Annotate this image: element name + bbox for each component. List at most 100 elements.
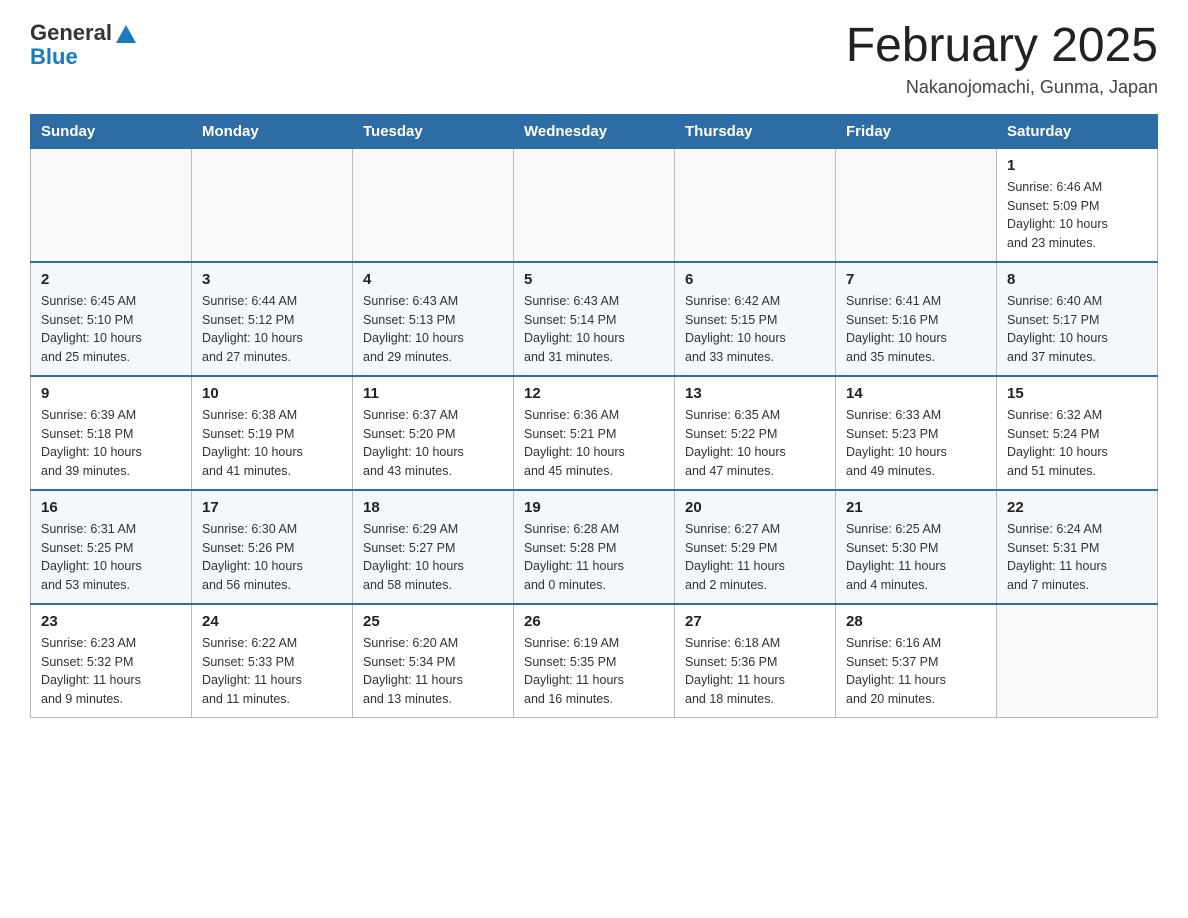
day-info: Sunrise: 6:23 AM Sunset: 5:32 PM Dayligh… (41, 634, 181, 709)
day-number: 11 (363, 385, 503, 402)
calendar-week-row: 9 Sunrise: 6:39 AM Sunset: 5:18 PM Daylig… (31, 376, 1158, 490)
calendar-day-cell: 23 Sunrise: 6:23 AM Sunset: 5:32 PM Dayli… (31, 604, 192, 718)
day-number: 5 (524, 271, 664, 288)
calendar-day-cell: 20Sunrise: 6:27 AM Sunset: 5:29 PM Dayli… (675, 490, 836, 604)
day-info: Sunrise: 6:32 AM Sunset: 5:24 PM Dayligh… (1007, 406, 1147, 481)
day-info: Sunrise: 6:45 AM Sunset: 5:10 PM Dayligh… (41, 292, 181, 367)
calendar-day-cell: 6 Sunrise: 6:42 AM Sunset: 5:15 PM Daylig… (675, 262, 836, 376)
day-info: Sunrise: 6:22 AM Sunset: 5:33 PM Dayligh… (202, 634, 342, 709)
calendar-day-cell: 9 Sunrise: 6:39 AM Sunset: 5:18 PM Daylig… (31, 376, 192, 490)
logo-triangle-icon (116, 25, 136, 43)
logo-blue-text: Blue (30, 44, 78, 70)
calendar-week-row: 2 Sunrise: 6:45 AM Sunset: 5:10 PM Daylig… (31, 262, 1158, 376)
day-info: Sunrise: 6:36 AM Sunset: 5:21 PM Dayligh… (524, 406, 664, 481)
calendar-week-row: 23 Sunrise: 6:23 AM Sunset: 5:32 PM Dayli… (31, 604, 1158, 718)
weekday-header-monday: Monday (192, 114, 353, 148)
day-info: Sunrise: 6:20 AM Sunset: 5:34 PM Dayligh… (363, 634, 503, 709)
title-section: February 2025 Nakanojomachi, Gunma, Japa… (846, 20, 1158, 98)
day-number: 17 (202, 499, 342, 516)
logo-general-text: General (30, 20, 112, 46)
calendar-table: SundayMondayTuesdayWednesdayThursdayFrid… (30, 114, 1158, 718)
day-number: 22 (1007, 499, 1147, 516)
day-number: 28 (846, 613, 986, 630)
weekday-header-tuesday: Tuesday (353, 114, 514, 148)
day-number: 16 (41, 499, 181, 516)
day-info: Sunrise: 6:43 AM Sunset: 5:14 PM Dayligh… (524, 292, 664, 367)
day-info: Sunrise: 6:46 AM Sunset: 5:09 PM Dayligh… (1007, 178, 1147, 253)
calendar-day-cell: 12Sunrise: 6:36 AM Sunset: 5:21 PM Dayli… (514, 376, 675, 490)
day-info: Sunrise: 6:25 AM Sunset: 5:30 PM Dayligh… (846, 520, 986, 595)
logo: General Blue (30, 20, 136, 70)
day-number: 24 (202, 613, 342, 630)
day-number: 1 (1007, 157, 1147, 174)
day-info: Sunrise: 6:16 AM Sunset: 5:37 PM Dayligh… (846, 634, 986, 709)
calendar-week-row: 16 Sunrise: 6:31 AM Sunset: 5:25 PM Dayli… (31, 490, 1158, 604)
day-info: Sunrise: 6:33 AM Sunset: 5:23 PM Dayligh… (846, 406, 986, 481)
calendar-day-cell: 15 Sunrise: 6:32 AM Sunset: 5:24 PM Dayli… (997, 376, 1158, 490)
day-number: 13 (685, 385, 825, 402)
calendar-week-row: 1 Sunrise: 6:46 AM Sunset: 5:09 PM Daylig… (31, 148, 1158, 262)
calendar-day-cell: 11 Sunrise: 6:37 AM Sunset: 5:20 PM Dayli… (353, 376, 514, 490)
calendar-day-cell: 3 Sunrise: 6:44 AM Sunset: 5:12 PM Daylig… (192, 262, 353, 376)
day-number: 25 (363, 613, 503, 630)
day-info: Sunrise: 6:37 AM Sunset: 5:20 PM Dayligh… (363, 406, 503, 481)
page-header: General Blue February 2025 Nakanojomachi… (30, 20, 1158, 98)
calendar-header-row: SundayMondayTuesdayWednesdayThursdayFrid… (31, 114, 1158, 148)
day-number: 7 (846, 271, 986, 288)
weekday-header-saturday: Saturday (997, 114, 1158, 148)
calendar-day-cell: 26Sunrise: 6:19 AM Sunset: 5:35 PM Dayli… (514, 604, 675, 718)
day-info: Sunrise: 6:42 AM Sunset: 5:15 PM Dayligh… (685, 292, 825, 367)
day-info: Sunrise: 6:31 AM Sunset: 5:25 PM Dayligh… (41, 520, 181, 595)
day-number: 9 (41, 385, 181, 402)
day-info: Sunrise: 6:19 AM Sunset: 5:35 PM Dayligh… (524, 634, 664, 709)
day-info: Sunrise: 6:39 AM Sunset: 5:18 PM Dayligh… (41, 406, 181, 481)
weekday-header-sunday: Sunday (31, 114, 192, 148)
day-number: 2 (41, 271, 181, 288)
month-title: February 2025 (846, 20, 1158, 73)
day-info: Sunrise: 6:30 AM Sunset: 5:26 PM Dayligh… (202, 520, 342, 595)
day-number: 8 (1007, 271, 1147, 288)
calendar-day-cell: 14 Sunrise: 6:33 AM Sunset: 5:23 PM Dayli… (836, 376, 997, 490)
day-number: 10 (202, 385, 342, 402)
day-number: 23 (41, 613, 181, 630)
day-number: 27 (685, 613, 825, 630)
calendar-day-cell: 19Sunrise: 6:28 AM Sunset: 5:28 PM Dayli… (514, 490, 675, 604)
day-number: 18 (363, 499, 503, 516)
calendar-day-cell: 24 Sunrise: 6:22 AM Sunset: 5:33 PM Dayli… (192, 604, 353, 718)
calendar-day-cell (31, 148, 192, 262)
calendar-day-cell: 21Sunrise: 6:25 AM Sunset: 5:30 PM Dayli… (836, 490, 997, 604)
location: Nakanojomachi, Gunma, Japan (846, 77, 1158, 98)
day-info: Sunrise: 6:40 AM Sunset: 5:17 PM Dayligh… (1007, 292, 1147, 367)
calendar-day-cell (997, 604, 1158, 718)
calendar-day-cell: 8 Sunrise: 6:40 AM Sunset: 5:17 PM Daylig… (997, 262, 1158, 376)
calendar-day-cell: 27 Sunrise: 6:18 AM Sunset: 5:36 PM Dayli… (675, 604, 836, 718)
calendar-day-cell: 18 Sunrise: 6:29 AM Sunset: 5:27 PM Dayli… (353, 490, 514, 604)
day-info: Sunrise: 6:18 AM Sunset: 5:36 PM Dayligh… (685, 634, 825, 709)
weekday-header-thursday: Thursday (675, 114, 836, 148)
day-number: 19 (524, 499, 664, 516)
calendar-day-cell (353, 148, 514, 262)
day-info: Sunrise: 6:41 AM Sunset: 5:16 PM Dayligh… (846, 292, 986, 367)
calendar-day-cell: 22 Sunrise: 6:24 AM Sunset: 5:31 PM Dayli… (997, 490, 1158, 604)
day-info: Sunrise: 6:38 AM Sunset: 5:19 PM Dayligh… (202, 406, 342, 481)
calendar-day-cell: 16 Sunrise: 6:31 AM Sunset: 5:25 PM Dayli… (31, 490, 192, 604)
calendar-day-cell: 1 Sunrise: 6:46 AM Sunset: 5:09 PM Daylig… (997, 148, 1158, 262)
day-info: Sunrise: 6:24 AM Sunset: 5:31 PM Dayligh… (1007, 520, 1147, 595)
weekday-header-wednesday: Wednesday (514, 114, 675, 148)
calendar-day-cell (514, 148, 675, 262)
day-number: 3 (202, 271, 342, 288)
day-number: 20 (685, 499, 825, 516)
calendar-day-cell: 10 Sunrise: 6:38 AM Sunset: 5:19 PM Dayli… (192, 376, 353, 490)
day-info: Sunrise: 6:29 AM Sunset: 5:27 PM Dayligh… (363, 520, 503, 595)
calendar-day-cell: 13 Sunrise: 6:35 AM Sunset: 5:22 PM Dayli… (675, 376, 836, 490)
day-info: Sunrise: 6:44 AM Sunset: 5:12 PM Dayligh… (202, 292, 342, 367)
day-info: Sunrise: 6:35 AM Sunset: 5:22 PM Dayligh… (685, 406, 825, 481)
calendar-day-cell: 2 Sunrise: 6:45 AM Sunset: 5:10 PM Daylig… (31, 262, 192, 376)
calendar-day-cell: 7 Sunrise: 6:41 AM Sunset: 5:16 PM Daylig… (836, 262, 997, 376)
calendar-day-cell: 4Sunrise: 6:43 AM Sunset: 5:13 PM Daylig… (353, 262, 514, 376)
day-number: 6 (685, 271, 825, 288)
day-number: 15 (1007, 385, 1147, 402)
day-number: 14 (846, 385, 986, 402)
day-number: 4 (363, 271, 503, 288)
calendar-day-cell: 5 Sunrise: 6:43 AM Sunset: 5:14 PM Daylig… (514, 262, 675, 376)
